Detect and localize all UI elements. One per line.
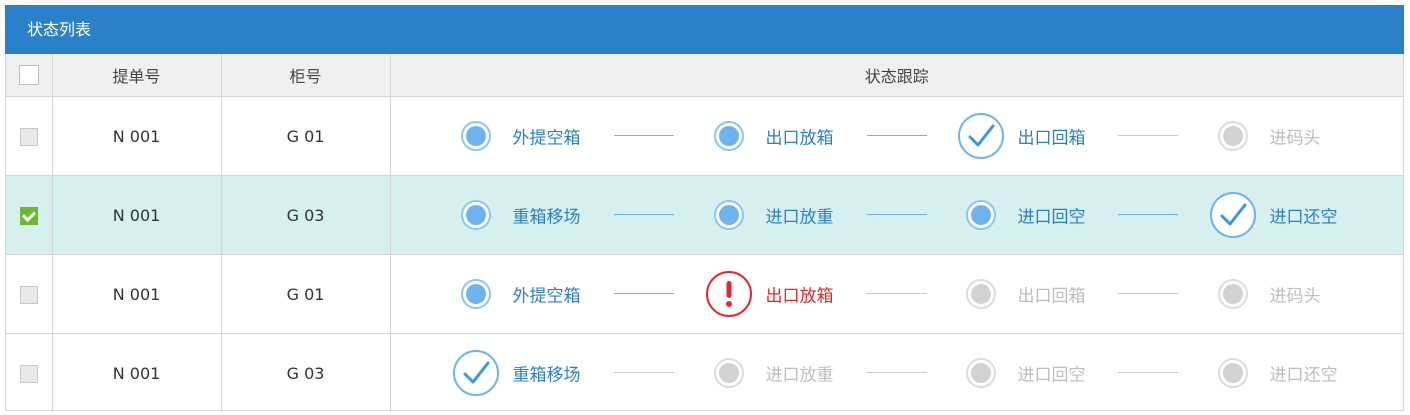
container-no-cell: G 03 — [221, 175, 391, 255]
column-header-container-no: 柜号 — [221, 54, 391, 97]
container-no-cell: G 01 — [221, 96, 391, 176]
order-no-cell: N 001 — [52, 254, 222, 334]
table-header-row: 提单号 柜号 状态跟踪 — [6, 54, 1403, 97]
status-step-label: 进码头 — [1269, 128, 1321, 149]
status-track: 重箱移场 进口放重 进口回空 进口还空 — [391, 176, 1404, 254]
status-track-cell: 重箱移场 进口放重 进口回空 进口还空 — [390, 334, 1403, 413]
panel-title: 状态列表 — [5, 5, 1404, 54]
status-step: 进口还空 — [391, 334, 1404, 412]
table-row[interactable]: N 001 G 01 外提空箱 出口放箱 出口回箱 进码头 — [6, 254, 1404, 334]
select-all-checkbox[interactable] — [18, 65, 39, 86]
status-step: 进码头 — [391, 255, 1404, 333]
order-no-cell: N 001 — [52, 96, 222, 176]
radio-dot-icon — [1213, 116, 1253, 156]
row-checkbox[interactable] — [19, 285, 38, 304]
row-checkbox[interactable] — [19, 206, 38, 225]
radio-dot-icon — [1213, 353, 1253, 393]
container-no-cell: G 01 — [221, 254, 391, 334]
status-step: 进码头 — [391, 97, 1404, 175]
status-step: 进口还空 — [391, 176, 1404, 254]
row-select-cell — [6, 175, 53, 255]
status-track: 重箱移场 进口放重 进口回空 进口还空 — [391, 334, 1404, 412]
row-select-cell — [6, 254, 53, 334]
column-header-order-no: 提单号 — [52, 54, 222, 97]
table-row[interactable]: N 001 G 03 重箱移场 进口放重 进口回空 进口还空 — [6, 175, 1404, 255]
status-step-label: 进口还空 — [1269, 365, 1338, 386]
status-list-panel: 状态列表 提单号 柜号 状态跟踪 N 001 G 01 外提空箱 出口放箱 出口回箱 进码… — [5, 5, 1404, 412]
status-table: 提单号 柜号 状态跟踪 N 001 G 01 外提空箱 出口放箱 出口回箱 进码头 N 00… — [6, 54, 1403, 412]
row-checkbox[interactable] — [19, 364, 38, 383]
container-no-cell: G 03 — [221, 333, 391, 412]
status-track: 外提空箱 出口放箱 出口回箱 进码头 — [391, 97, 1404, 175]
row-select-cell — [6, 333, 53, 412]
table-row[interactable]: N 001 G 03 重箱移场 进口放重 进口回空 进口还空 — [6, 333, 1403, 413]
radio-dot-icon — [1213, 274, 1253, 314]
order-no-cell: N 001 — [52, 333, 222, 412]
status-step-label: 进口还空 — [1269, 207, 1338, 228]
check-circle-icon — [1209, 192, 1256, 238]
row-select-cell — [6, 96, 53, 176]
status-track-cell: 重箱移场 进口放重 进口回空 进口还空 — [390, 175, 1404, 255]
order-no-cell: N 001 — [52, 175, 222, 255]
table-row[interactable]: N 001 G 01 外提空箱 出口放箱 出口回箱 进码头 — [6, 96, 1404, 176]
column-header-status-track: 状态跟踪 — [390, 54, 1403, 97]
row-checkbox[interactable] — [19, 127, 38, 146]
status-step-label: 进码头 — [1269, 286, 1321, 307]
status-track: 外提空箱 出口放箱 出口回箱 进码头 — [391, 255, 1404, 333]
select-all-cell — [6, 54, 53, 97]
status-track-cell: 外提空箱 出口放箱 出口回箱 进码头 — [390, 96, 1404, 176]
status-track-cell: 外提空箱 出口放箱 出口回箱 进码头 — [390, 254, 1404, 334]
